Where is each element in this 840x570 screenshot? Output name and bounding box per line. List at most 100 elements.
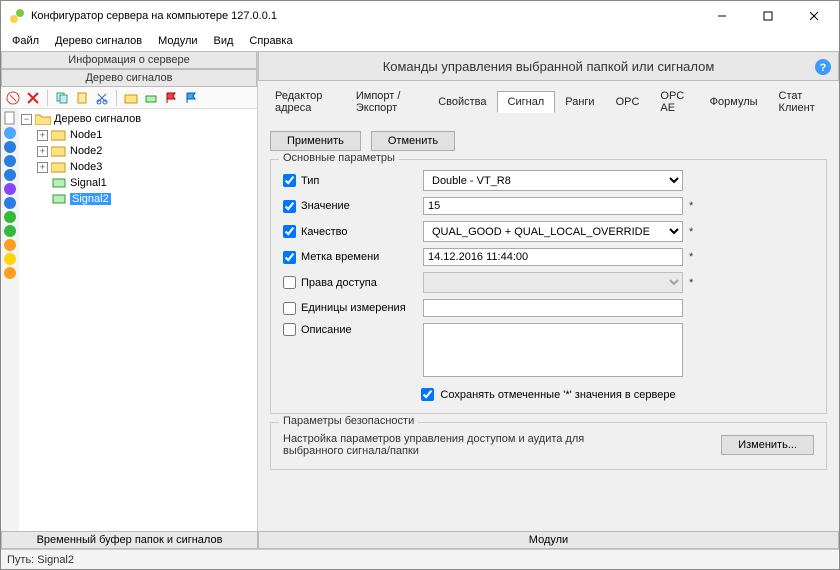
tree-item[interactable]: Node3: [70, 161, 102, 173]
side-strip: [1, 109, 19, 531]
menu-help[interactable]: Справка: [242, 33, 299, 49]
timestamp-input[interactable]: [423, 248, 683, 266]
value-checkbox[interactable]: [283, 200, 296, 213]
side-ball[interactable]: [4, 127, 16, 139]
tree-root-label[interactable]: Дерево сигналов: [54, 113, 141, 125]
access-checkbox[interactable]: [283, 276, 296, 289]
copy-icon[interactable]: [54, 90, 70, 106]
maximize-button[interactable]: [745, 1, 791, 31]
quality-select[interactable]: QUAL_GOOD + QUAL_LOCAL_OVERRIDE: [423, 221, 683, 242]
description-checkbox[interactable]: [283, 323, 296, 336]
save-marked-checkbox[interactable]: [421, 388, 434, 401]
menu-signal-tree[interactable]: Дерево сигналов: [48, 33, 149, 49]
type-label: Тип: [301, 175, 319, 187]
folder-icon: [51, 128, 67, 142]
tab-address-editor[interactable]: Редактор адреса: [264, 85, 346, 119]
timestamp-checkbox[interactable]: [283, 251, 296, 264]
value-label: Значение: [301, 200, 350, 212]
description-textarea[interactable]: [423, 323, 683, 377]
apply-button[interactable]: Применить: [270, 131, 361, 151]
expand-icon[interactable]: +: [37, 130, 48, 141]
menubar: Файл Дерево сигналов Модули Вид Справка: [1, 31, 839, 51]
tab-properties[interactable]: Свойства: [427, 91, 497, 113]
stop-icon[interactable]: [5, 90, 21, 106]
side-ball[interactable]: [4, 183, 16, 195]
tree-item-selected[interactable]: Signal2: [70, 193, 111, 205]
side-ball[interactable]: [4, 141, 16, 153]
security-params-group: Параметры безопасности Настройка парамет…: [270, 422, 827, 470]
side-ball[interactable]: [4, 169, 16, 181]
tree-item[interactable]: Node2: [70, 145, 102, 157]
expand-icon[interactable]: +: [37, 146, 48, 157]
minimize-button[interactable]: [699, 1, 745, 31]
cancel-button[interactable]: Отменить: [371, 131, 455, 151]
description-label: Описание: [301, 324, 352, 336]
menu-view[interactable]: Вид: [207, 33, 241, 49]
delete-icon[interactable]: [25, 90, 41, 106]
asterisk: *: [689, 200, 693, 212]
tab-import-export[interactable]: Импорт / Экспорт: [345, 85, 428, 119]
folder-open-icon: [35, 112, 51, 126]
tab-formulas[interactable]: Формулы: [699, 91, 769, 113]
window-controls: [699, 1, 837, 31]
side-ball[interactable]: [4, 267, 16, 279]
panel-temp-buffer[interactable]: Временный буфер папок и сигналов: [1, 531, 258, 549]
flag-red-icon[interactable]: [163, 90, 179, 106]
folder-icon: [51, 160, 67, 174]
window-title: Конфигуратор сервера на компьютере 127.0…: [31, 10, 699, 22]
asterisk: *: [689, 251, 693, 263]
menu-modules[interactable]: Модули: [151, 33, 204, 49]
side-doc-icon[interactable]: [3, 111, 17, 125]
quality-label: Качество: [301, 226, 348, 238]
side-ball[interactable]: [4, 253, 16, 265]
tab-stat-client[interactable]: Стат Клиент: [768, 85, 833, 119]
tab-signal[interactable]: Сигнал: [497, 91, 556, 113]
side-ball[interactable]: [4, 211, 16, 223]
new-folder-icon[interactable]: [123, 90, 139, 106]
change-button[interactable]: Изменить...: [721, 435, 814, 455]
app-icon: [9, 8, 25, 24]
side-ball[interactable]: [4, 225, 16, 237]
tree-item[interactable]: Node1: [70, 129, 102, 141]
collapse-icon[interactable]: −: [21, 114, 32, 125]
new-signal-icon[interactable]: [143, 90, 159, 106]
panel-signal-tree[interactable]: Дерево сигналов: [1, 69, 257, 87]
save-marked-label: Сохранять отмеченные '*' значения в серв…: [440, 389, 675, 401]
side-ball[interactable]: [4, 239, 16, 251]
command-header: Команды управления выбранной папкой или …: [258, 51, 839, 81]
side-ball[interactable]: [4, 197, 16, 209]
type-checkbox[interactable]: [283, 174, 296, 187]
panel-server-info[interactable]: Информация о сервере: [1, 51, 257, 69]
access-label: Права доступа: [301, 277, 377, 289]
menu-file[interactable]: Файл: [5, 33, 46, 49]
value-input[interactable]: [423, 197, 683, 215]
folder-icon: [51, 144, 67, 158]
cut-icon[interactable]: [94, 90, 110, 106]
quality-checkbox[interactable]: [283, 225, 296, 238]
tree-item[interactable]: Signal1: [70, 177, 107, 189]
statusbar: Путь: Signal2: [1, 549, 839, 569]
units-checkbox[interactable]: [283, 302, 296, 315]
svg-text:?: ?: [820, 62, 827, 74]
signal-tree[interactable]: − Дерево сигналов + Node1 + Node2 +: [19, 109, 257, 531]
paste-icon[interactable]: [74, 90, 90, 106]
expand-icon[interactable]: +: [37, 162, 48, 173]
type-select[interactable]: Double - VT_R8: [423, 170, 683, 191]
signal-icon: [51, 176, 67, 190]
tab-opc-ae[interactable]: OPC AE: [649, 85, 699, 119]
tabs: Редактор адреса Импорт / Экспорт Свойств…: [258, 81, 839, 123]
asterisk: *: [689, 277, 693, 289]
security-params-legend: Параметры безопасности: [279, 415, 418, 427]
access-select: [423, 272, 683, 293]
help-icon[interactable]: ?: [814, 58, 832, 76]
tab-ranges[interactable]: Ранги: [554, 91, 605, 113]
flag-blue-icon[interactable]: [183, 90, 199, 106]
panel-modules[interactable]: Модули: [258, 531, 839, 549]
tab-opc[interactable]: OPC: [605, 91, 651, 113]
asterisk: *: [689, 226, 693, 238]
side-ball[interactable]: [4, 155, 16, 167]
security-description: Настройка параметров управления доступом…: [283, 433, 613, 457]
units-input[interactable]: [423, 299, 683, 317]
titlebar: Конфигуратор сервера на компьютере 127.0…: [1, 1, 839, 31]
close-button[interactable]: [791, 1, 837, 31]
